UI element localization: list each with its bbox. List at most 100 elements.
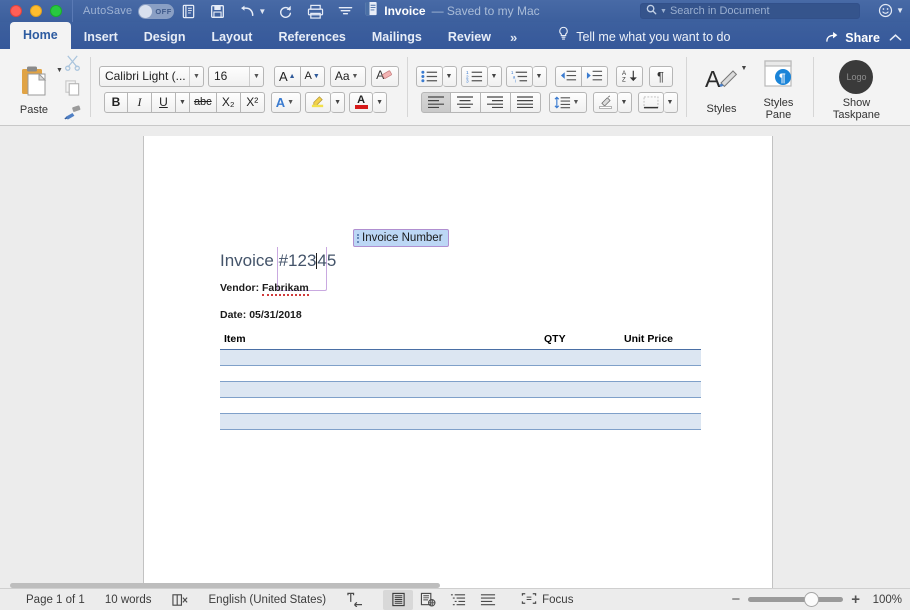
chevron-down-icon[interactable]: ▼: [248, 66, 263, 86]
table-row[interactable]: [220, 381, 701, 398]
maximize-window-button[interactable]: [50, 5, 62, 17]
cell-qty[interactable]: [540, 381, 620, 398]
language-indicator[interactable]: English (United States): [199, 594, 337, 606]
borders-button[interactable]: [637, 91, 664, 113]
print-layout-view-button[interactable]: [383, 589, 414, 610]
table-row[interactable]: [220, 413, 701, 430]
zoom-in-button[interactable]: +: [851, 591, 860, 608]
content-control-tag[interactable]: Invoice Number: [353, 229, 449, 247]
multilevel-list-button[interactable]: 1ai: [505, 65, 533, 87]
invoice-items-table[interactable]: Item QTY Unit Price: [220, 333, 701, 430]
numbered-list-dropdown-button[interactable]: ▼: [487, 65, 502, 87]
table-row[interactable]: [220, 397, 701, 414]
underline-dropdown-button[interactable]: ▼: [175, 91, 190, 113]
strikethrough-button[interactable]: abc: [189, 91, 217, 113]
chevron-down-icon[interactable]: ▼: [350, 67, 361, 86]
cell-item[interactable]: [220, 413, 540, 430]
spelling-check-icon[interactable]: [162, 593, 199, 607]
zoom-out-button[interactable]: −: [731, 591, 740, 608]
tab-design[interactable]: Design: [131, 26, 199, 49]
document-page[interactable]: Invoice Number Invoice # 123 45 Vendor: F…: [143, 136, 773, 588]
word-count[interactable]: 10 words: [95, 594, 162, 606]
change-case-button[interactable]: Aa ▼: [329, 65, 366, 87]
new-doc-icon[interactable]: [181, 4, 196, 19]
document-workspace[interactable]: Invoice Number Invoice # 123 45 Vendor: F…: [0, 126, 910, 588]
underline-button[interactable]: U: [151, 91, 176, 113]
zoom-slider[interactable]: [748, 592, 844, 607]
shrink-font-button[interactable]: A ▼: [300, 65, 325, 87]
subscript-button[interactable]: X₂: [216, 91, 241, 113]
bullet-list-dropdown-button[interactable]: ▼: [442, 65, 457, 87]
shading-dropdown-button[interactable]: ▼: [617, 91, 632, 113]
print-icon[interactable]: [307, 4, 324, 19]
undo-icon[interactable]: [239, 4, 256, 18]
outline-view-button[interactable]: [443, 590, 473, 610]
cell-item[interactable]: [220, 349, 540, 366]
share-button[interactable]: Share: [825, 29, 880, 46]
font-size-combobox[interactable]: 16 ▼: [207, 65, 264, 87]
shading-button[interactable]: [592, 91, 618, 113]
undo-dropdown-caret-icon[interactable]: ▼: [258, 7, 266, 16]
page-indicator[interactable]: Page 1 of 1: [0, 594, 95, 606]
cell-unit-price[interactable]: [620, 365, 701, 382]
autosave-toggle[interactable]: OFF: [138, 3, 175, 19]
font-name-combobox[interactable]: Calibri Light (... ▼: [98, 65, 204, 87]
justify-button[interactable]: [510, 91, 541, 113]
multilevel-list-dropdown-button[interactable]: ▼: [532, 65, 547, 87]
vendor-line[interactable]: Vendor: Fabrikam: [220, 282, 309, 296]
cell-qty[interactable]: [540, 397, 620, 414]
show-taskpane-button[interactable]: Logo Show Taskpane: [822, 56, 890, 121]
highlight-button[interactable]: [305, 91, 332, 113]
chevron-down-icon[interactable]: ▼: [571, 93, 582, 112]
cell-unit-price[interactable]: [620, 413, 701, 430]
zoom-slider-knob[interactable]: [804, 592, 820, 607]
text-effects-button[interactable]: A ▼: [270, 91, 302, 113]
tab-layout[interactable]: Layout: [198, 26, 265, 49]
cut-icon[interactable]: [64, 54, 81, 76]
tab-insert[interactable]: Insert: [71, 26, 131, 49]
bullet-list-button[interactable]: [415, 65, 443, 87]
minimize-window-button[interactable]: [30, 5, 42, 17]
close-window-button[interactable]: [10, 5, 22, 17]
redo-icon[interactable]: [278, 4, 293, 19]
tab-home[interactable]: Home: [10, 22, 71, 49]
table-row[interactable]: [220, 365, 701, 382]
borders-dropdown-button[interactable]: ▼: [663, 91, 678, 113]
cell-item[interactable]: [220, 365, 540, 382]
align-right-button[interactable]: [480, 91, 511, 113]
cell-qty[interactable]: [540, 349, 620, 366]
styles-pane-button[interactable]: ¶ Styles Pane: [751, 55, 805, 121]
cell-unit-price[interactable]: [620, 381, 701, 398]
font-color-button[interactable]: A: [349, 91, 374, 113]
chevron-down-icon[interactable]: ▼: [188, 66, 203, 86]
superscript-button[interactable]: X²: [240, 91, 265, 113]
styles-dropdown-caret-icon[interactable]: ▼: [741, 65, 748, 72]
table-row[interactable]: [220, 349, 701, 366]
grow-font-button[interactable]: A ▲: [273, 65, 301, 87]
chevron-down-icon[interactable]: ▼: [285, 93, 296, 112]
align-center-button[interactable]: [450, 91, 481, 113]
bold-button[interactable]: B: [103, 91, 128, 113]
web-layout-view-button[interactable]: [413, 590, 443, 610]
window-controls[interactable]: [8, 5, 62, 17]
save-icon[interactable]: [210, 4, 225, 19]
draft-view-button[interactable]: [473, 590, 503, 610]
highlight-dropdown-button[interactable]: ▼: [331, 91, 346, 113]
italic-button[interactable]: I: [127, 91, 152, 113]
focus-mode-button[interactable]: Focus: [511, 592, 583, 608]
cell-qty[interactable]: [540, 413, 620, 430]
tab-review[interactable]: Review: [435, 26, 504, 49]
format-painter-icon[interactable]: [63, 104, 82, 125]
collapse-ribbon-icon[interactable]: [889, 31, 902, 45]
numbered-list-button[interactable]: 123: [460, 65, 488, 87]
tell-me-search[interactable]: Tell me what you want to do: [557, 26, 730, 49]
cell-item[interactable]: [220, 381, 540, 398]
more-tabs-icon[interactable]: »: [504, 26, 523, 49]
horizontal-scrollbar[interactable]: [10, 583, 440, 588]
track-changes-icon[interactable]: [336, 592, 373, 607]
drag-handle-icon[interactable]: [357, 233, 359, 243]
send-feedback-button[interactable]: ▼: [878, 3, 904, 18]
align-left-button[interactable]: [420, 91, 451, 113]
cell-unit-price[interactable]: [620, 349, 701, 366]
decrease-indent-button[interactable]: [554, 65, 582, 87]
